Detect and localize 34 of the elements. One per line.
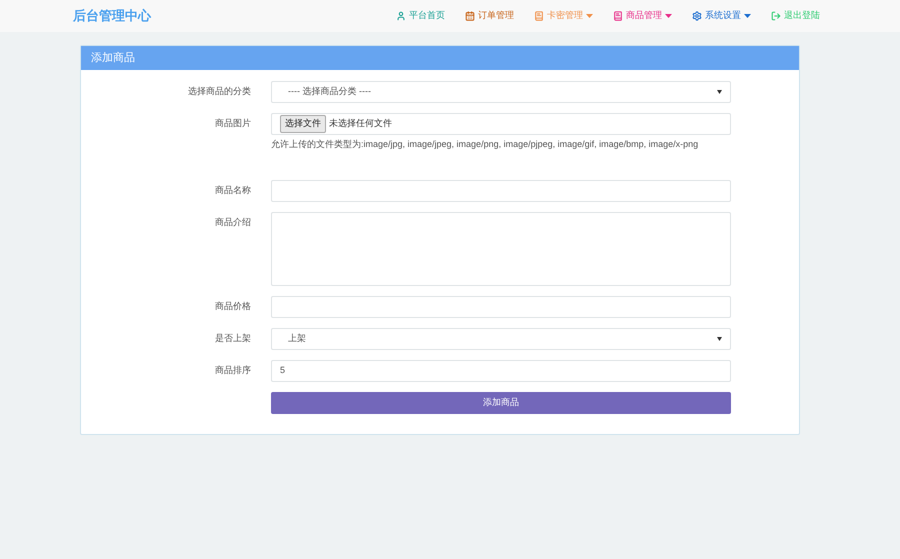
input-field[interactable] — [271, 180, 731, 202]
user-icon — [396, 11, 406, 21]
settings-icon — [692, 11, 702, 21]
input-field[interactable] — [271, 296, 731, 318]
field-label: 选择商品的分类 — [188, 85, 251, 98]
book-icon — [613, 11, 623, 21]
calendar-icon — [465, 11, 475, 21]
nav-link[interactable]: 平台首页 — [396, 9, 445, 23]
caret-icon — [744, 14, 751, 18]
select-field[interactable]: 上架 — [271, 328, 731, 350]
nav-link[interactable]: 商品管理 — [613, 9, 672, 23]
field-label: 是否上架 — [215, 332, 251, 345]
input-field[interactable]: 5 — [271, 360, 731, 382]
field-label: 商品图片 — [215, 117, 251, 130]
panel-title: 添加商品 — [91, 50, 135, 66]
nav-link[interactable]: 订单管理 — [465, 9, 514, 23]
select-field[interactable]: ---- 选择商品分类 ---- — [271, 81, 731, 103]
brand-title: 后台管理中心 — [73, 7, 151, 26]
caret-icon — [717, 337, 722, 341]
field-label: 商品介绍 — [215, 216, 251, 229]
file-type-hint: 允许上传的文件类型为:image/jpg, image/jpeg, image/png, image/pjpeg, image/gif, image/bmp, image/x-png — [271, 138, 700, 150]
book-icon — [534, 11, 544, 21]
caret-icon — [586, 14, 593, 18]
caret-icon — [665, 14, 672, 18]
logout-icon — [771, 11, 781, 21]
caret-icon — [717, 90, 722, 94]
textarea-field[interactable] — [271, 212, 731, 286]
field-label: 商品价格 — [215, 300, 251, 313]
field-label: 商品名称 — [215, 184, 251, 197]
file-field[interactable]: 选择文件 未选择任何文件 — [271, 113, 731, 135]
choose-file-button[interactable]: 选择文件 — [280, 115, 326, 133]
field-label: 商品排序 — [215, 364, 251, 377]
nav-link[interactable]: 系统设置 — [692, 9, 751, 23]
add-product-button[interactable]: 添加商品 — [271, 392, 731, 414]
